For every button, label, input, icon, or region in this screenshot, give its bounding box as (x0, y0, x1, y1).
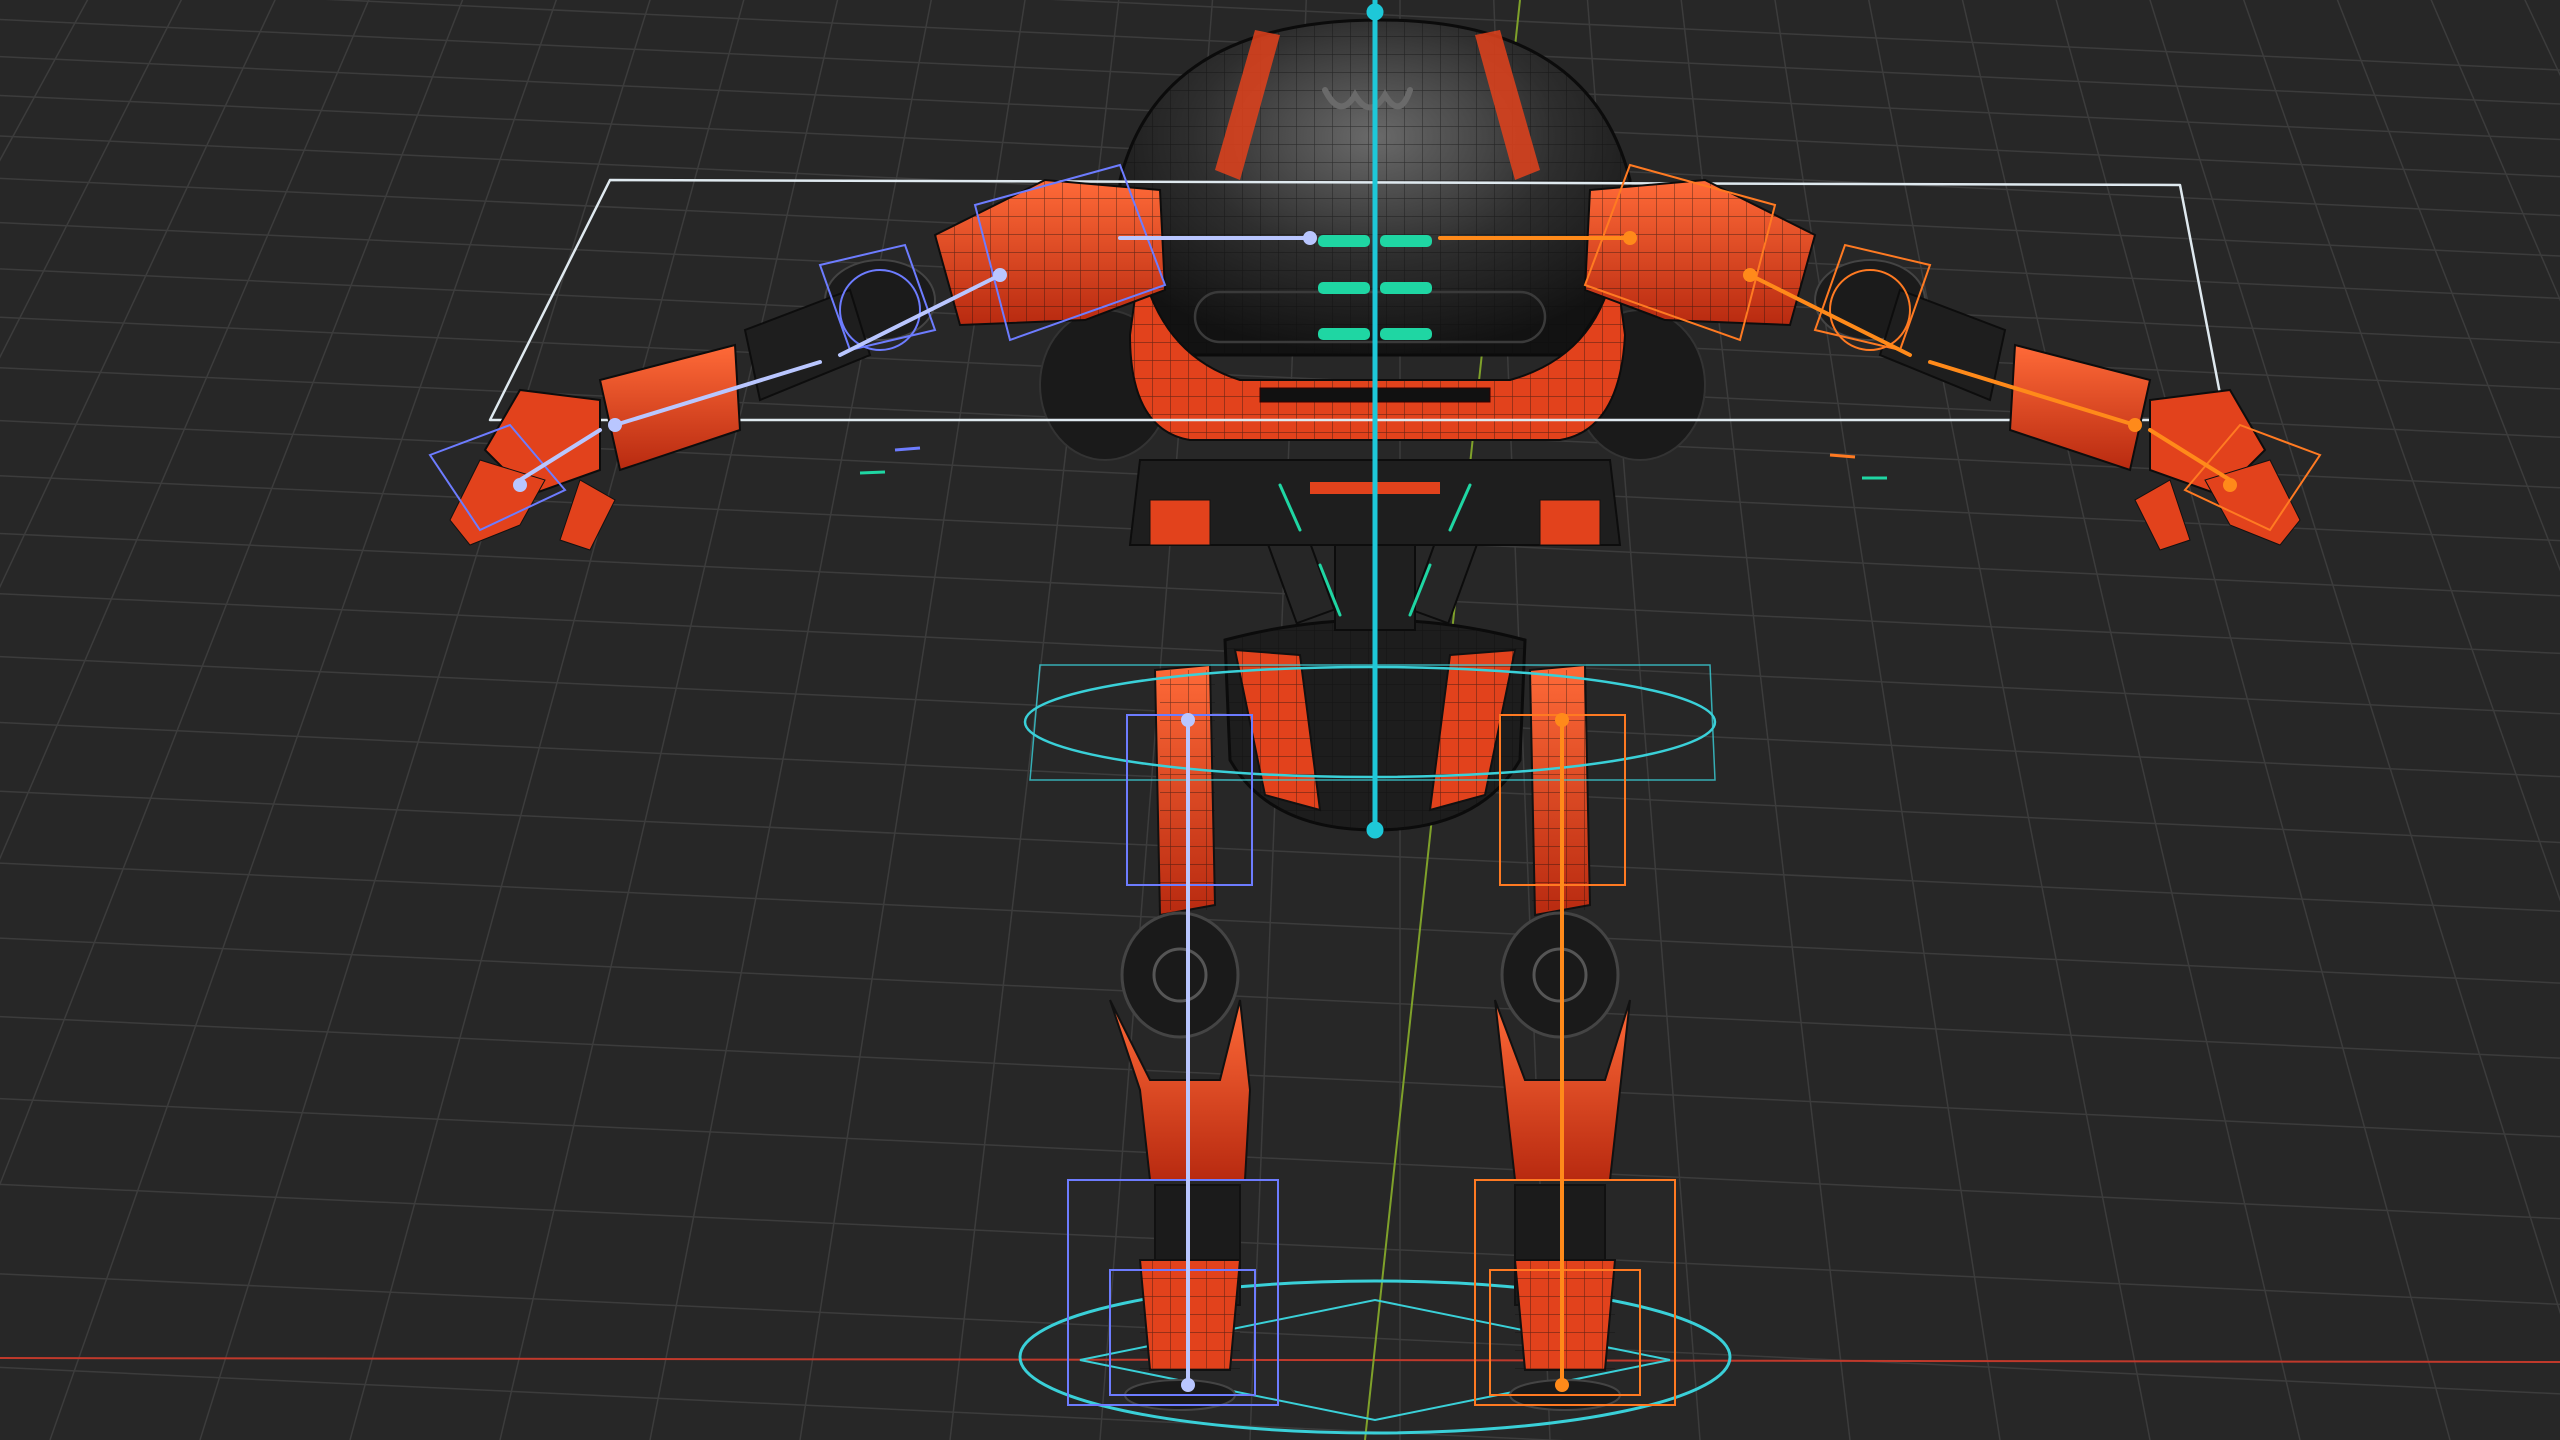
grid-line (0, 1273, 2560, 1395)
x-axis-line (0, 1357, 2560, 1363)
grid-line (0, 1183, 2560, 1306)
pole-target-left[interactable] (859, 446, 921, 475)
pole-target-right[interactable] (1829, 453, 1887, 480)
grid-line (0, 1097, 2560, 1220)
root-control[interactable] (1018, 1279, 1732, 1435)
grid-line (0, 1015, 2560, 1138)
grid-line (0, 937, 2560, 1059)
grid-line (0, 862, 2560, 984)
3d-viewport[interactable] (0, 0, 2560, 1440)
viewport-scene[interactable] (0, 0, 2560, 1440)
